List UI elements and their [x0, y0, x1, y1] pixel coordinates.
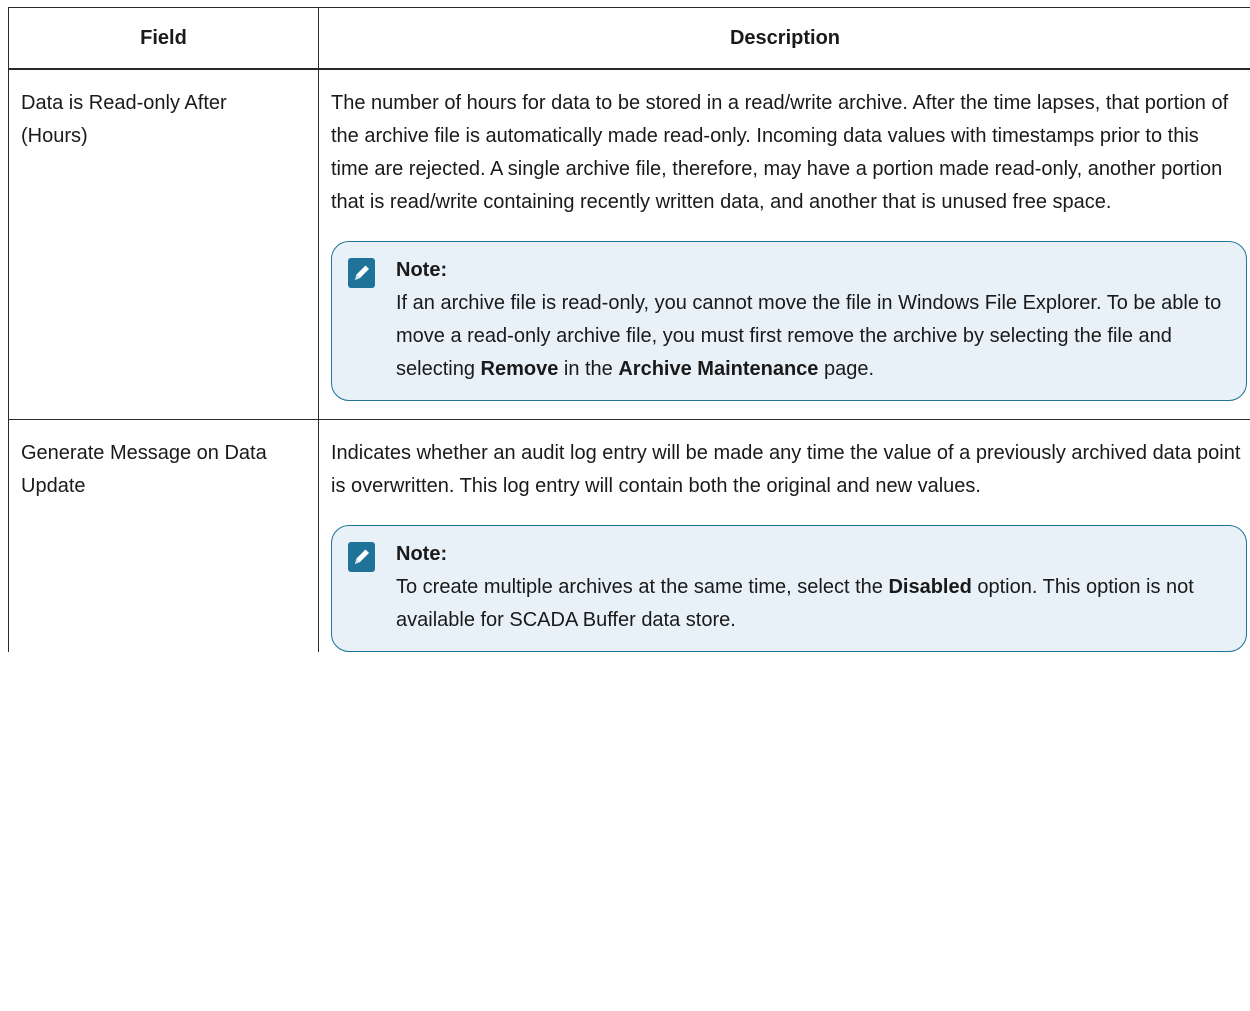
note-pencil-icon [348, 258, 375, 288]
header-field: Field [8, 7, 319, 70]
remove-term: Remove [480, 358, 559, 380]
table-row: Data is Read-only After (Hours) The numb… [8, 68, 1250, 420]
description-cell: Indicates whether an audit log entry wil… [318, 419, 1250, 652]
note-pencil-icon [348, 542, 375, 572]
field-cell: Generate Message on Data Update [8, 419, 319, 652]
archive-maintenance-term: Archive Maintenance [618, 358, 819, 380]
description-text: Indicates whether an audit log entry wil… [331, 442, 1241, 497]
note-title: Note: [396, 543, 448, 565]
note-title: Note: [396, 259, 448, 281]
note-box: Note: To create multiple archives at the… [331, 525, 1247, 652]
note-text: To create multiple archives at the same … [396, 576, 1194, 631]
table-header-row: Field Description [8, 7, 1250, 70]
note-box: Note: If an archive file is read-only, y… [331, 241, 1247, 401]
table-row: Generate Message on Data Update Indicate… [8, 419, 1250, 652]
description-text: The number of hours for data to be store… [331, 92, 1229, 213]
note-text: If an archive file is read-only, you can… [396, 292, 1222, 380]
disabled-term: Disabled [888, 576, 972, 598]
field-name: Generate Message on Data Update [21, 442, 267, 497]
field-cell: Data is Read-only After (Hours) [8, 68, 319, 420]
field-name: Data is Read-only After (Hours) [21, 92, 227, 147]
fields-table: Field Description Data is Read-only Afte… [8, 7, 1250, 652]
description-cell: The number of hours for data to be store… [318, 68, 1250, 420]
header-description: Description [318, 7, 1250, 70]
